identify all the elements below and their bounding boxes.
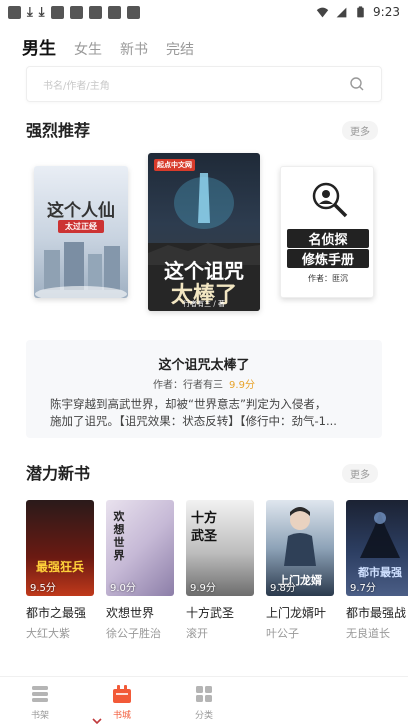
nav-bookstore[interactable]: 书城 <box>92 683 152 721</box>
recommend-more-button[interactable]: 更多 <box>342 121 378 140</box>
cover-title-line2: 修炼手册 <box>287 249 369 268</box>
tab-new-books[interactable]: 新书 <box>120 39 148 59</box>
book-score: 9.9分 <box>190 583 216 594</box>
bookshelf-icon <box>32 686 48 702</box>
book-author: 徐公子胜治 <box>106 627 161 640</box>
new-book-item[interactable]: 欢想世界 9.0分 欢想世界 徐公子胜治 <box>106 500 174 641</box>
cover-title: 十方武圣 <box>190 511 217 544</box>
book-cover: 十方武圣 9.9分 <box>186 500 254 596</box>
cover-publisher-badge: 起点中文网 <box>154 159 195 171</box>
cover-title: 名侦探 <box>287 229 369 248</box>
book-title: 欢想世界 <box>106 606 155 620</box>
cover-illustration <box>35 242 127 298</box>
featured-book-author: 行者有三 <box>183 380 224 391</box>
notification-app-icon <box>88 5 102 19</box>
notification-app-icon <box>107 5 121 19</box>
channel-tabs: 男生 女生 新书 完结 <box>22 34 194 59</box>
search-placeholder: 书名/作者/主角 <box>43 81 110 92</box>
nav-bookshelf-label: 书架 <box>30 711 49 721</box>
status-bar: ⤓ ⤓ 9:23 <box>0 0 408 24</box>
status-system: 9:23 <box>316 0 400 24</box>
cover-title: 都市最强 <box>358 566 402 579</box>
cover-title: 最强狂兵 <box>35 560 84 574</box>
new-book-item[interactable]: 都市最强 9.7分 都市最强战 无良道长 <box>346 500 408 641</box>
new-book-item[interactable]: 最强狂兵 9.5分 都市之最强 大红大紫 <box>26 500 94 641</box>
section-title-new-books: 潜力新书 <box>26 464 91 483</box>
book-score: 9.0分 <box>110 583 136 594</box>
nav-category-label: 分类 <box>194 711 213 721</box>
cover-title: 欢想世界 <box>113 510 125 562</box>
description-line: 施加了诅咒。【诅咒效果：状态反转】【修行中：劲气-1... <box>50 414 337 428</box>
featured-book-meta: 作者：行者有三 9.9分 <box>26 376 382 391</box>
notification-app-icon <box>8 5 21 19</box>
featured-book-cover[interactable]: 名侦探 修炼手册 作者：匪沉 <box>280 166 374 298</box>
new-books-more-button[interactable]: 更多 <box>342 464 378 483</box>
cover-illustration <box>284 507 316 566</box>
featured-book-info-card[interactable]: 这个诅咒太棒了 作者：行者有三 9.9分 陈宇穿越到高武世界，却被“世界意志”判定… <box>26 340 382 438</box>
book-score: 9.8分 <box>270 583 296 594</box>
cover-subtitle: 太过正经 <box>58 220 104 233</box>
clock: 9:23 <box>373 5 400 19</box>
featured-book-cover-active[interactable]: 起点中文网 这个诅咒 太棒了 行者有三 / 著 <box>148 153 260 311</box>
author-label: 作者： <box>153 380 184 391</box>
featured-book-score: 9.9分 <box>229 380 255 391</box>
book-title: 上门龙婿叶 <box>266 606 327 620</box>
book-cover: 都市最强 9.7分 <box>346 500 408 596</box>
signal-icon <box>336 7 347 17</box>
new-book-item[interactable]: 上门龙婿 9.8分 上门龙婿叶 叶公子 <box>266 500 334 641</box>
notification-app-icon <box>69 5 83 19</box>
tab-completed[interactable]: 完结 <box>166 39 194 59</box>
featured-book-title: 这个诅咒太棒了 <box>158 358 250 373</box>
battery-icon <box>357 5 364 17</box>
search-input[interactable]: 书名/作者/主角 <box>26 66 382 102</box>
nav-bookshelf[interactable]: 书架 <box>10 683 70 721</box>
featured-book-cover[interactable]: 这个人仙 太过正经 <box>34 166 128 298</box>
download-icon: ⤓ <box>27 4 33 20</box>
status-notifications: ⤓ ⤓ <box>8 4 140 20</box>
book-author: 无良道长 <box>346 627 390 640</box>
cover-title: 这个人仙 <box>47 201 115 221</box>
book-title: 十方武圣 <box>186 606 235 620</box>
detective-magnifier-icon <box>312 182 348 218</box>
book-author: 滚开 <box>186 627 208 640</box>
book-score: 9.5分 <box>30 583 56 594</box>
cover-illustration <box>360 512 400 558</box>
book-cover: 上门龙婿 9.8分 <box>266 500 334 596</box>
download-icon: ⤓ <box>38 4 45 20</box>
tab-female[interactable]: 女生 <box>74 39 102 59</box>
active-tab-indicator-icon <box>92 718 102 724</box>
nav-category[interactable]: 分类 <box>174 683 234 721</box>
featured-book-description: 陈宇穿越到高武世界，却被“世界意志”判定为入侵者， 施加了诅咒。【诅咒效果：状态… <box>50 396 366 430</box>
book-cover: 欢想世界 9.0分 <box>106 500 174 596</box>
category-icon <box>196 686 212 702</box>
book-title: 都市之最强 <box>26 606 87 620</box>
description-line: 陈宇穿越到高武世界，却被“世界意志”判定为入侵者， <box>50 397 327 411</box>
bottom-navigation: 书架 书城 分类 <box>0 676 408 726</box>
book-cover: 最强狂兵 9.5分 <box>26 500 94 596</box>
cover-author: 行者有三 / 著 <box>183 300 225 308</box>
cover-author: 作者：匪沉 <box>308 274 348 283</box>
notification-app-icon <box>126 5 140 19</box>
tab-male[interactable]: 男生 <box>22 34 56 59</box>
notification-app-icon <box>50 5 64 19</box>
book-title: 都市最强战 <box>346 606 407 620</box>
book-author: 大红大紫 <box>26 627 70 640</box>
wifi-icon <box>316 7 329 17</box>
search-icon[interactable] <box>349 76 365 92</box>
new-book-item[interactable]: 十方武圣 9.9分 十方武圣 滚开 <box>186 500 254 641</box>
book-score: 9.7分 <box>350 583 376 594</box>
bookstore-icon <box>113 685 131 703</box>
book-author: 叶公子 <box>266 627 299 640</box>
section-title-recommend: 强烈推荐 <box>26 121 91 140</box>
